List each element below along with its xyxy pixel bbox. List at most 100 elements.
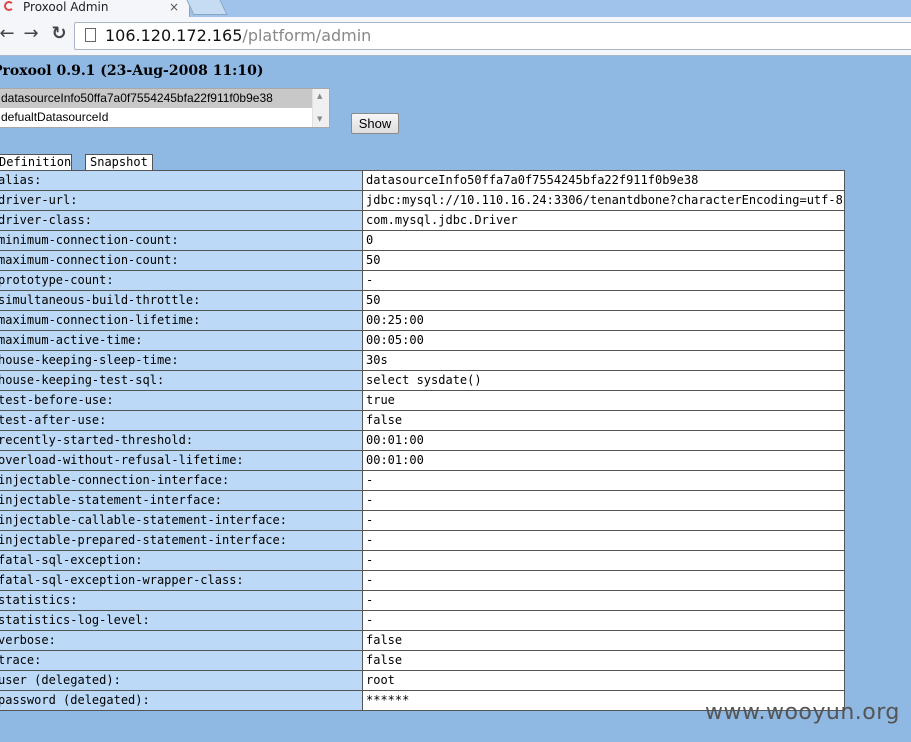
definition-table: alias: datasourceInfo50ffa7a0f7554245bfa2… xyxy=(0,170,845,711)
listbox-scrollbar[interactable]: ▲ ▼ xyxy=(312,89,329,127)
table-row: fatal-sql-exception: - xyxy=(0,550,845,571)
url-text[interactable]: 106.120.172.165/platform/admin xyxy=(105,26,371,46)
page-title: Proxool 0.9.1 (23-Aug-2008 11:10) xyxy=(0,63,264,79)
definition-table-body: alias: datasourceInfo50ffa7a0f7554245bfa2… xyxy=(0,170,845,711)
page-icon xyxy=(85,28,96,42)
table-row: test-after-use: false xyxy=(0,410,845,431)
property-key: injectable-statement-interface: xyxy=(0,490,363,511)
property-value: - xyxy=(362,550,845,571)
table-row: minimum-connection-count: 0 xyxy=(0,230,845,251)
property-value: - xyxy=(362,270,845,291)
property-key: recently-started-threshold: xyxy=(0,430,363,451)
property-value: - xyxy=(362,590,845,611)
property-key: trace: xyxy=(0,650,363,671)
property-value: - xyxy=(362,570,845,591)
datasource-option[interactable]: datasourceInfo50ffa7a0f7554245bfa22f911f… xyxy=(0,89,329,108)
scroll-up-icon[interactable]: ▲ xyxy=(317,92,322,100)
property-value: 00:25:00 xyxy=(362,310,845,331)
property-value: - xyxy=(362,490,845,511)
property-value: 00:05:00 xyxy=(362,330,845,351)
scroll-down-icon[interactable]: ▼ xyxy=(317,115,322,123)
tab-definition[interactable]: Definition xyxy=(0,154,72,170)
property-value: - xyxy=(362,510,845,531)
loading-spinner-icon xyxy=(4,1,14,11)
property-key: simultaneous-build-throttle: xyxy=(0,290,363,311)
table-row: maximum-active-time: 00:05:00 xyxy=(0,330,845,351)
property-key: statistics-log-level: xyxy=(0,610,363,631)
tab-close-icon[interactable]: × xyxy=(169,0,179,14)
table-row: house-keeping-sleep-time: 30s xyxy=(0,350,845,371)
property-value: false xyxy=(362,650,845,671)
property-value: 30s xyxy=(362,350,845,371)
property-value: 50 xyxy=(362,290,845,311)
property-key: house-keeping-sleep-time: xyxy=(0,350,363,371)
property-value: true xyxy=(362,390,845,411)
browser-toolbar: ← → ↻ 106.120.172.165/platform/admin xyxy=(0,17,911,56)
property-value: select sysdate() xyxy=(362,370,845,391)
reload-icon[interactable]: ↻ xyxy=(48,23,70,45)
property-key: statistics: xyxy=(0,590,363,611)
property-key: verbose: xyxy=(0,630,363,651)
property-value: - xyxy=(362,530,845,551)
table-row: fatal-sql-exception-wrapper-class: - xyxy=(0,570,845,591)
property-value: 00:01:00 xyxy=(362,450,845,471)
url-host: 106.120.172.165 xyxy=(105,26,243,45)
tab-snapshot[interactable]: Snapshot xyxy=(85,154,153,170)
table-row: driver-url: jdbc:mysql://10.110.16.24:330… xyxy=(0,190,845,211)
property-key: driver-class: xyxy=(0,210,363,231)
table-row: alias: datasourceInfo50ffa7a0f7554245bfa2… xyxy=(0,170,845,191)
property-key: driver-url: xyxy=(0,190,363,211)
property-value: false xyxy=(362,410,845,431)
table-row: statistics-log-level: - xyxy=(0,610,845,631)
property-key: alias: xyxy=(0,170,363,191)
address-bar[interactable]: 106.120.172.165/platform/admin xyxy=(74,22,911,50)
table-row: driver-class: com.mysql.jdbc.Driver xyxy=(0,210,845,231)
property-key: test-before-use: xyxy=(0,390,363,411)
datasource-select[interactable]: datasourceInfo50ffa7a0f7554245bfa22f911f… xyxy=(0,88,330,128)
show-button[interactable]: Show xyxy=(351,113,399,134)
property-key: fatal-sql-exception: xyxy=(0,550,363,571)
property-key: user (delegated): xyxy=(0,670,363,691)
table-row: prototype-count: - xyxy=(0,270,845,291)
browser-tab[interactable]: Proxool Admin × xyxy=(0,0,190,17)
new-tab-button[interactable] xyxy=(186,0,228,15)
table-row: test-before-use: true xyxy=(0,390,845,411)
property-key: prototype-count: xyxy=(0,270,363,291)
property-key: password (delegated): xyxy=(0,690,363,711)
property-key: maximum-active-time: xyxy=(0,330,363,351)
property-value: jdbc:mysql://10.110.16.24:3306/tenantdbo… xyxy=(362,190,845,211)
table-row: trace: false xyxy=(0,650,845,671)
table-row: house-keeping-test-sql: select sysdate() xyxy=(0,370,845,391)
table-row: injectable-connection-interface: - xyxy=(0,470,845,491)
table-row: simultaneous-build-throttle: 50 xyxy=(0,290,845,311)
property-value: 00:01:00 xyxy=(362,430,845,451)
property-key: injectable-prepared-statement-interface: xyxy=(0,530,363,551)
url-path: /platform/admin xyxy=(242,26,372,45)
property-key: overload-without-refusal-lifetime: xyxy=(0,450,363,471)
forward-arrow-icon[interactable]: → xyxy=(20,23,42,45)
table-row: injectable-prepared-statement-interface:… xyxy=(0,530,845,551)
property-key: test-after-use: xyxy=(0,410,363,431)
property-value: datasourceInfo50ffa7a0f7554245bfa22f911f… xyxy=(362,170,845,191)
property-key: maximum-connection-count: xyxy=(0,250,363,271)
table-row: overload-without-refusal-lifetime: 00:01:… xyxy=(0,450,845,471)
property-value: false xyxy=(362,630,845,651)
property-key: house-keeping-test-sql: xyxy=(0,370,363,391)
table-row: injectable-statement-interface: - xyxy=(0,490,845,511)
table-row: maximum-connection-lifetime: 00:25:00 xyxy=(0,310,845,331)
property-value: 0 xyxy=(362,230,845,251)
table-row: statistics: - xyxy=(0,590,845,611)
datasource-option[interactable]: defualtDatasourceId xyxy=(0,108,329,127)
property-key: fatal-sql-exception-wrapper-class: xyxy=(0,570,363,591)
table-row: verbose: false xyxy=(0,630,845,651)
browser-tab-strip: Proxool Admin × xyxy=(0,0,911,17)
property-value: root xyxy=(362,670,845,691)
property-value: com.mysql.jdbc.Driver xyxy=(362,210,845,231)
property-value: - xyxy=(362,610,845,631)
watermark: www.wooyun.org xyxy=(705,700,900,725)
property-key: maximum-connection-lifetime: xyxy=(0,310,363,331)
property-key: injectable-callable-statement-interface: xyxy=(0,510,363,531)
back-arrow-icon[interactable]: ← xyxy=(0,23,18,45)
table-row: maximum-connection-count: 50 xyxy=(0,250,845,271)
property-key: minimum-connection-count: xyxy=(0,230,363,251)
